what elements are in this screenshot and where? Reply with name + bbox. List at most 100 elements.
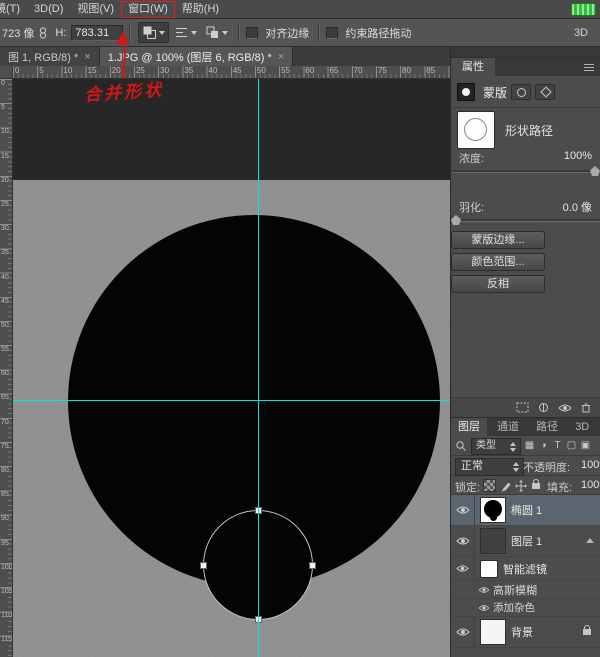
visibility-eye-icon[interactable] [451, 495, 475, 525]
menu-help[interactable]: 帮助(H) [175, 1, 226, 18]
horizontal-ruler[interactable]: 0510152025303540455055606570758085 [13, 66, 450, 79]
path-alignment-button[interactable] [171, 23, 200, 42]
visibility-eye-icon[interactable] [451, 617, 475, 647]
horizontal-guide[interactable] [13, 400, 450, 401]
document-tab-bar: 图 1, RGB/8) * × 1.JPG @ 100% (图层 6, RGB/… [0, 47, 450, 66]
lock-all-icon[interactable] [529, 479, 542, 492]
ruler-number: 30 [0, 224, 12, 248]
path-arrange-button[interactable] [202, 23, 231, 42]
constrain-path-drag-checkbox[interactable] [326, 27, 338, 39]
opacity-value[interactable]: 100% [581, 459, 600, 471]
menu-view[interactable]: 视图(V) [70, 1, 121, 18]
filter-name[interactable]: 高斯模糊 [493, 582, 537, 598]
color-range-button[interactable]: 颜色范围... [451, 253, 545, 271]
visibility-eye-icon[interactable] [475, 581, 493, 598]
tab-properties[interactable]: 属性 [451, 58, 495, 76]
ruler-number: 55 [279, 66, 303, 78]
path-anchor-point[interactable] [309, 562, 316, 569]
mask-visibility-icon[interactable] [558, 403, 572, 413]
filter-type-layers-icon[interactable]: T [551, 439, 564, 453]
density-slider[interactable] [451, 170, 600, 173]
ruler-number: 10 [61, 66, 85, 78]
filter-adjustment-layers-icon[interactable]: ◑ [537, 439, 550, 453]
vector-mask-thumbnail[interactable] [457, 111, 495, 149]
separator [129, 24, 131, 42]
path-anchor-point[interactable] [200, 562, 207, 569]
tab-layers[interactable]: 图层 [451, 418, 487, 437]
add-pixel-mask-button[interactable] [511, 84, 531, 100]
feather-value[interactable]: 0.0 像 [563, 199, 592, 213]
fill-value[interactable]: 100% [581, 479, 600, 491]
ruler-number: 35 [0, 248, 12, 272]
slider-knob[interactable] [451, 215, 461, 225]
tab-3d[interactable]: 3D [568, 418, 596, 437]
main-area: 图 1, RGB/8) * × 1.JPG @ 100% (图层 6, RGB/… [0, 47, 600, 657]
vertical-ruler[interactable]: 0510152025303540455055606570758085909510… [0, 79, 13, 657]
ruler-number: 10 [0, 127, 12, 151]
close-tab-icon[interactable]: × [84, 51, 90, 63]
apply-mask-icon[interactable] [537, 402, 550, 413]
filter-type-select[interactable]: 类型 [471, 438, 521, 455]
layer-thumbnail[interactable] [480, 497, 506, 523]
panel-menu-icon[interactable] [584, 64, 594, 71]
slider-knob[interactable] [590, 166, 600, 176]
collapse-smart-filters-icon[interactable] [586, 538, 594, 543]
layer-thumbnail[interactable] [480, 528, 506, 554]
blend-mode-select[interactable]: 正常 [455, 458, 524, 476]
tab-label: 1.JPG @ 100% (图层 6, RGB/8) * [108, 49, 272, 65]
link-dimensions-icon[interactable] [38, 26, 48, 40]
layer-thumbnail[interactable] [480, 619, 506, 645]
layer-name[interactable]: 背景 [511, 624, 533, 640]
feather-slider[interactable] [451, 219, 600, 222]
invert-button[interactable]: 反相 [451, 275, 545, 293]
layer-row-layer-1[interactable]: 图层 1 [451, 526, 600, 557]
density-value[interactable]: 100% [564, 150, 592, 164]
tab-label: 图 1, RGB/8) * [8, 49, 78, 65]
load-selection-icon[interactable] [516, 402, 529, 413]
constrain-path-drag-label: 约束路径拖动 [345, 25, 411, 41]
lock-pixels-icon[interactable] [499, 479, 512, 492]
filter-pixel-layers-icon[interactable]: ▦ [523, 439, 536, 453]
menu-3d[interactable]: 3D(D) [27, 1, 70, 18]
delete-mask-icon[interactable] [580, 402, 592, 414]
lock-transparency-icon[interactable] [483, 479, 496, 492]
layer-row-ellipse-1[interactable]: 椭圆 1 [451, 495, 600, 526]
document-tab-2[interactable]: 1.JPG @ 100% (图层 6, RGB/8) * × [100, 47, 293, 66]
filter-smart-objects-icon[interactable]: ▣ [579, 439, 592, 453]
filter-name[interactable]: 添加杂色 [493, 600, 535, 615]
layer-name[interactable]: 椭圆 1 [511, 502, 542, 518]
ruler-number: 75 [376, 66, 400, 78]
workspace-label[interactable]: 3D [574, 27, 588, 39]
smart-filters-icon[interactable] [480, 560, 498, 578]
visibility-eye-icon[interactable] [451, 526, 475, 556]
layer-row-add-noise[interactable]: 添加杂色 [451, 599, 600, 617]
feather-row: 羽化: 0.0 像 [451, 199, 600, 213]
path-operations-button[interactable] [138, 22, 169, 43]
vertical-guide[interactable] [258, 79, 259, 657]
width-value[interactable]: 723 像 [2, 25, 34, 41]
layer-row-smart-filters[interactable]: 智能滤镜 [451, 557, 600, 581]
filter-shape-layers-icon[interactable]: ▢ [565, 439, 578, 453]
layer-name[interactable]: 图层 1 [511, 533, 542, 549]
lock-position-icon[interactable] [514, 479, 527, 492]
canvas-viewport[interactable] [13, 79, 450, 657]
document-surface[interactable] [13, 180, 450, 657]
layer-row-gaussian-blur[interactable]: 高斯模糊 [451, 581, 600, 599]
visibility-eye-icon[interactable] [451, 557, 475, 580]
mask-edge-button[interactable]: 蒙版边缘... [451, 231, 545, 249]
close-tab-icon[interactable]: × [278, 51, 284, 63]
spinner-arrows-icon [513, 462, 520, 472]
menu-window[interactable]: 窗口(W) [121, 1, 175, 18]
document-tab-1[interactable]: 图 1, RGB/8) * × [0, 47, 100, 66]
height-input[interactable] [71, 25, 123, 41]
layer-name[interactable]: 智能滤镜 [503, 561, 547, 577]
visibility-eye-icon[interactable] [475, 599, 493, 616]
add-vector-mask-button[interactable] [535, 84, 555, 100]
align-edges-checkbox[interactable] [246, 27, 258, 39]
tab-paths[interactable]: 路径 [529, 418, 565, 437]
ruler-number: 80 [0, 466, 12, 490]
layer-row-background[interactable]: 背景 [451, 617, 600, 648]
shape-path-label: 形状路径 [505, 122, 553, 139]
tab-channels[interactable]: 通道 [490, 418, 526, 437]
menu-filter[interactable]: 滤镜(T) [0, 1, 27, 18]
